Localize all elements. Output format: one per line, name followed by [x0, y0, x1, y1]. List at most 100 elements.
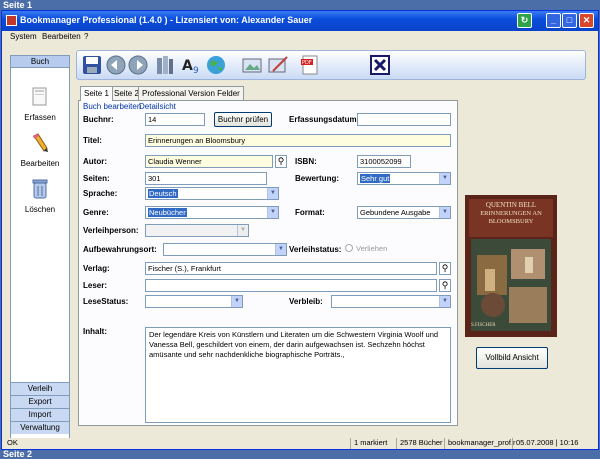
status-text: OK — [7, 438, 18, 447]
chevron-down-icon[interactable]: ▼ — [439, 296, 450, 307]
genre-value: Neubücher — [148, 208, 187, 217]
svg-text:PDF: PDF — [302, 60, 312, 66]
label-autor: Autor: — [83, 157, 107, 166]
page-caption-top: Seite 1 — [3, 0, 33, 10]
chevron-down-icon[interactable]: ▼ — [275, 244, 286, 255]
menu-bar: System Bearbeiten ? — [2, 31, 598, 43]
label-bewertung: Bewertung: — [295, 174, 339, 183]
seiten-field[interactable]: 301 — [145, 172, 267, 185]
menu-help[interactable]: ? — [84, 32, 88, 41]
sidebar-footer-export[interactable]: Export — [11, 395, 69, 408]
sidebar-item-bearbeiten[interactable]: Bearbeiten — [11, 132, 69, 168]
fullscreen-view-button[interactable]: Vollbild Ansicht — [476, 347, 548, 369]
cover-title-line2: BLOOMSBURY — [488, 218, 534, 225]
status-count: 2578 Bücher — [396, 438, 444, 449]
label-verleihperson: Verleihperson: — [83, 226, 139, 235]
sidebar-footer-verwaltung[interactable]: Verwaltung — [11, 421, 69, 434]
sidebar-footer-import[interactable]: Import — [11, 408, 69, 421]
sidebar-item-loeschen[interactable]: Löschen — [11, 178, 69, 214]
trash-icon — [32, 179, 48, 199]
book-cover-image: QUENTIN BELL ERINNERUNGEN AN BLOOMSBURY … — [465, 195, 557, 337]
library-icon[interactable] — [153, 54, 175, 76]
sidebar-footer-verleih[interactable]: Verleih — [11, 382, 69, 395]
pencil-icon — [32, 133, 48, 152]
verliehen-label: Verliehen — [356, 244, 388, 253]
chevron-down-icon[interactable]: ▼ — [237, 225, 248, 236]
search-leser-icon[interactable]: ⚲ — [439, 279, 451, 292]
label-seiten: Seiten: — [83, 174, 110, 183]
globe-icon[interactable] — [205, 54, 227, 76]
chevron-down-icon[interactable]: ▼ — [231, 296, 242, 307]
lesestatus-select[interactable]: ▼ — [145, 295, 243, 308]
search-verlag-icon[interactable]: ⚲ — [439, 262, 451, 275]
format-value: Gebundene Ausgabe — [360, 208, 431, 217]
cover-author: QUENTIN BELL — [485, 201, 537, 209]
autor-field[interactable]: Claudia Wenner — [145, 155, 273, 168]
link-buch-bearbeiten[interactable]: Buch bearbeiten — [83, 102, 141, 111]
buchnr-check-button[interactable]: Buchnr prüfen — [214, 112, 272, 127]
verlag-field[interactable]: Fischer (S.), Frankfurt — [145, 262, 437, 275]
isbn-field[interactable]: 3100052099 — [357, 155, 411, 168]
chevron-down-icon[interactable]: ▼ — [267, 207, 278, 218]
menu-bearbeiten[interactable]: Bearbeiten — [42, 32, 81, 41]
label-verlag: Verlag: — [83, 264, 110, 273]
format-select[interactable]: Gebundene Ausgabe ▼ — [357, 206, 451, 219]
sidebar-header[interactable]: Buch — [11, 56, 69, 68]
leser-field[interactable] — [145, 279, 437, 292]
forward-icon[interactable] — [127, 54, 149, 76]
titel-field[interactable]: Erinnerungen an Bloomsbury — [145, 134, 451, 147]
label-verleihstatus: Verleihstatus: — [289, 245, 342, 254]
label-erfassungsdatum: Erfassungsdatum: — [289, 115, 360, 124]
maximize-button[interactable]: □ — [562, 13, 577, 28]
sidebar-item-label: Erfassen — [24, 113, 56, 122]
back-icon[interactable] — [105, 54, 127, 76]
label-titel: Titel: — [83, 136, 102, 145]
close-window-button[interactable]: ✕ — [579, 13, 594, 28]
inhalt-textarea[interactable]: Der legendäre Kreis von Künstlern und Li… — [145, 327, 451, 423]
label-inhalt: Inhalt: — [83, 327, 107, 336]
update-icon[interactable]: ↻ — [517, 13, 532, 28]
book-icon — [32, 87, 47, 106]
bewertung-value: Sehr gut — [360, 174, 391, 183]
label-genre: Genre: — [83, 208, 109, 217]
close-icon[interactable] — [369, 54, 391, 76]
cover-publisher: S.FISCHER — [471, 323, 496, 328]
buchnr-field[interactable]: 14 — [145, 113, 205, 126]
sprache-select[interactable]: Deutsch ▼ — [145, 187, 279, 200]
save-icon[interactable] — [81, 54, 103, 76]
minimize-button[interactable]: _ — [546, 13, 561, 28]
tab-professional-felder[interactable]: Professional Version Felder — [138, 86, 244, 100]
tab-content: Buch bearbeiten Detailsicht Buchnr: 14 B… — [78, 100, 458, 426]
erfassungsdatum-field[interactable] — [357, 113, 451, 126]
label-sprache: Sprache: — [83, 189, 118, 198]
sidebar-item-erfassen[interactable]: Erfassen — [11, 86, 69, 122]
link-detailsicht[interactable]: Detailsicht — [139, 102, 176, 111]
bewertung-select[interactable]: Sehr gut ▼ — [357, 172, 451, 185]
sidebar-item-label: Bearbeiten — [20, 159, 60, 168]
chevron-down-icon[interactable]: ▼ — [439, 207, 450, 218]
aufbewahrungsort-select[interactable]: ▼ — [163, 243, 287, 256]
verliehen-radio[interactable] — [345, 244, 353, 252]
window-title: Bookmanager Professional (1.4.0 ) - Lize… — [20, 15, 313, 25]
sidebar-item-label: Löschen — [24, 205, 56, 214]
image-icon[interactable] — [241, 54, 263, 76]
title-bar: Bookmanager Professional (1.4.0 ) - Lize… — [2, 11, 598, 31]
status-marked: 1 markiert — [350, 438, 396, 449]
pdf-icon[interactable]: PDF — [299, 54, 321, 76]
tab-seite-1[interactable]: Seite 1 — [80, 86, 113, 101]
genre-select[interactable]: Neubücher ▼ — [145, 206, 279, 219]
verbleib-select[interactable]: ▼ — [331, 295, 451, 308]
spellcheck-icon[interactable]: A9 — [181, 54, 203, 76]
label-aufbewahrungsort: Aufbewahrungsort: — [83, 245, 157, 254]
app-icon — [6, 15, 17, 26]
chevron-down-icon[interactable]: ▼ — [439, 173, 450, 184]
sidebar: Buch Erfassen Bearbeiten Löschen Verleih… — [10, 55, 70, 439]
verleihperson-select[interactable]: ▼ — [145, 224, 249, 237]
menu-system[interactable]: System — [10, 32, 37, 41]
label-buchnr: Buchnr: — [83, 115, 114, 124]
search-author-icon[interactable]: ⚲ — [275, 155, 287, 168]
status-bar: OK 1 markiert 2578 Bücher bookmanager_pr… — [2, 438, 598, 449]
image-edit-icon[interactable] — [267, 54, 289, 76]
label-isbn: ISBN: — [295, 157, 317, 166]
chevron-down-icon[interactable]: ▼ — [267, 188, 278, 199]
